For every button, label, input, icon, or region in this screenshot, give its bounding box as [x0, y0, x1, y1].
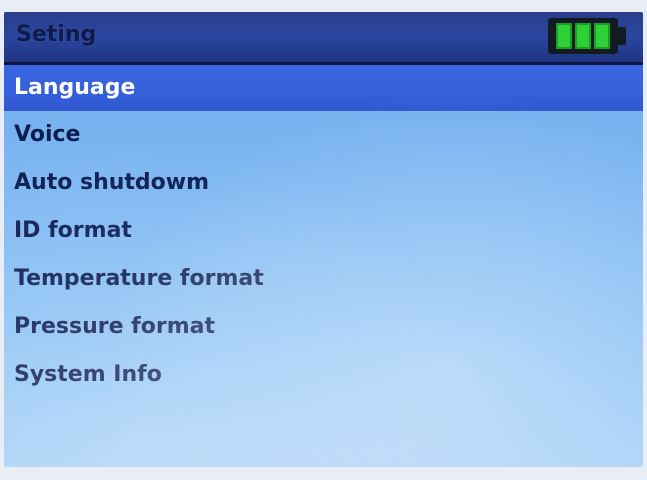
- menu-item-label: System Info: [14, 362, 162, 387]
- settings-menu: Language Voice Auto shutdowm ID format T…: [4, 65, 643, 399]
- menu-item-id-format[interactable]: ID format: [4, 207, 643, 255]
- title-bar: Seting: [4, 12, 643, 65]
- menu-item-language[interactable]: Language: [4, 65, 643, 111]
- battery-cell: [594, 23, 610, 49]
- battery-cell: [575, 23, 591, 49]
- menu-item-system-info[interactable]: System Info: [4, 351, 643, 399]
- battery-full-icon: [548, 18, 618, 54]
- menu-item-label: Pressure format: [14, 314, 215, 339]
- device-bezel: Seting Language Voice Auto shutdowm ID f…: [0, 0, 647, 480]
- page-title: Seting: [16, 22, 97, 47]
- device-screen: Seting Language Voice Auto shutdowm ID f…: [4, 12, 643, 467]
- menu-item-label: Temperature format: [14, 266, 264, 291]
- menu-item-label: Language: [14, 75, 136, 100]
- menu-item-label: Auto shutdowm: [14, 170, 210, 195]
- menu-item-temperature-format[interactable]: Temperature format: [4, 255, 643, 303]
- menu-item-label: Voice: [14, 122, 81, 147]
- battery-cap: [618, 27, 626, 45]
- menu-item-auto-shutdown[interactable]: Auto shutdowm: [4, 159, 643, 207]
- menu-item-pressure-format[interactable]: Pressure format: [4, 303, 643, 351]
- battery-cell: [556, 23, 572, 49]
- menu-item-voice[interactable]: Voice: [4, 111, 643, 159]
- menu-item-label: ID format: [14, 218, 132, 243]
